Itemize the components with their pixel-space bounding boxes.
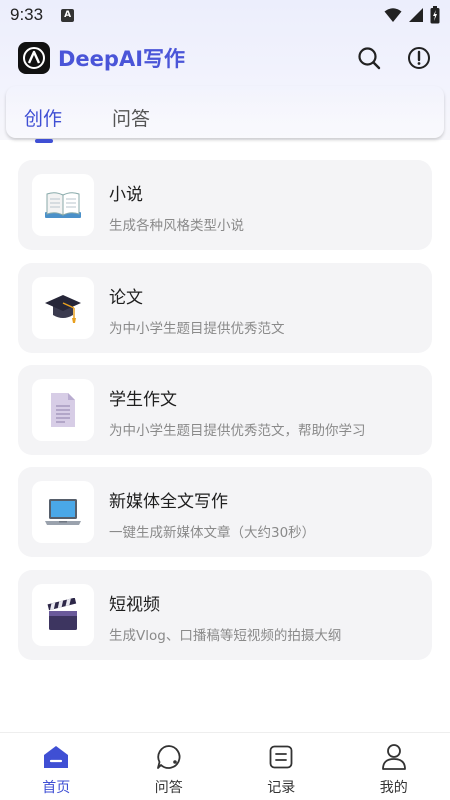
signal-icon [409,8,423,22]
home-icon [42,743,70,771]
status-a-icon: A [61,8,75,22]
nav-label: 问答 [154,780,183,796]
book-icon [32,174,94,236]
laptop-icon [32,481,94,543]
nav-record[interactable]: 记录 [225,733,338,800]
app-title: DeepAI写作 [58,47,186,71]
card-description: 为中小学生题目提供优秀范文，帮助你学习 [109,423,366,439]
status-icons [384,6,440,24]
card-description: 为中小学生题目提供优秀范文 [109,321,285,337]
app-bar: DeepAI写作 [0,36,450,80]
card-title: 学生作文 [109,390,177,410]
card-title: 短视频 [109,595,160,615]
clapperboard-icon [32,584,94,646]
tab-indicator [35,139,53,143]
nav-qa[interactable]: 问答 [113,733,226,800]
card-short-video[interactable]: 短视频 生成Vlog、口播稿等短视频的拍摄大纲 [18,570,432,660]
battery-icon [430,6,440,24]
graduation-cap-icon [32,277,94,339]
bottom-nav: 首页 问答 记录 我的 [0,732,450,800]
info-icon[interactable] [406,45,432,71]
chat-icon [155,743,183,771]
card-description: 一键生成新媒体文章（大约30秒） [109,525,316,541]
card-new-media[interactable]: 新媒体全文写作 一键生成新媒体文章（大约30秒） [18,467,432,557]
record-icon [267,743,295,771]
tab-bar: 创作 问答 [6,86,444,138]
card-novel[interactable]: 小说 生成各种风格类型小说 [18,160,432,250]
card-thesis[interactable]: 论文 为中小学生题目提供优秀范文 [18,263,432,353]
card-title: 新媒体全文写作 [109,492,228,512]
status-time: 9:33 [10,5,44,24]
card-description: 生成Vlog、口播稿等短视频的拍摄大纲 [109,628,342,644]
wifi-icon [384,8,402,22]
document-icon [32,379,94,441]
card-description: 生成各种风格类型小说 [109,218,244,234]
search-icon[interactable] [356,45,382,71]
nav-home[interactable]: 首页 [0,733,113,800]
status-bar: 9:33 A [0,0,450,30]
tab-qa[interactable]: 问答 [112,104,150,131]
app-logo-icon [18,42,50,74]
nav-profile[interactable]: 我的 [338,733,450,800]
nav-label: 我的 [379,780,408,796]
card-student-essay[interactable]: 学生作文 为中小学生题目提供优秀范文，帮助你学习 [18,365,432,455]
profile-icon [380,743,408,771]
card-title: 论文 [109,288,143,308]
nav-label: 首页 [42,780,71,796]
nav-label: 记录 [267,780,296,796]
tab-create[interactable]: 创作 [24,104,62,131]
card-title: 小说 [109,185,143,205]
